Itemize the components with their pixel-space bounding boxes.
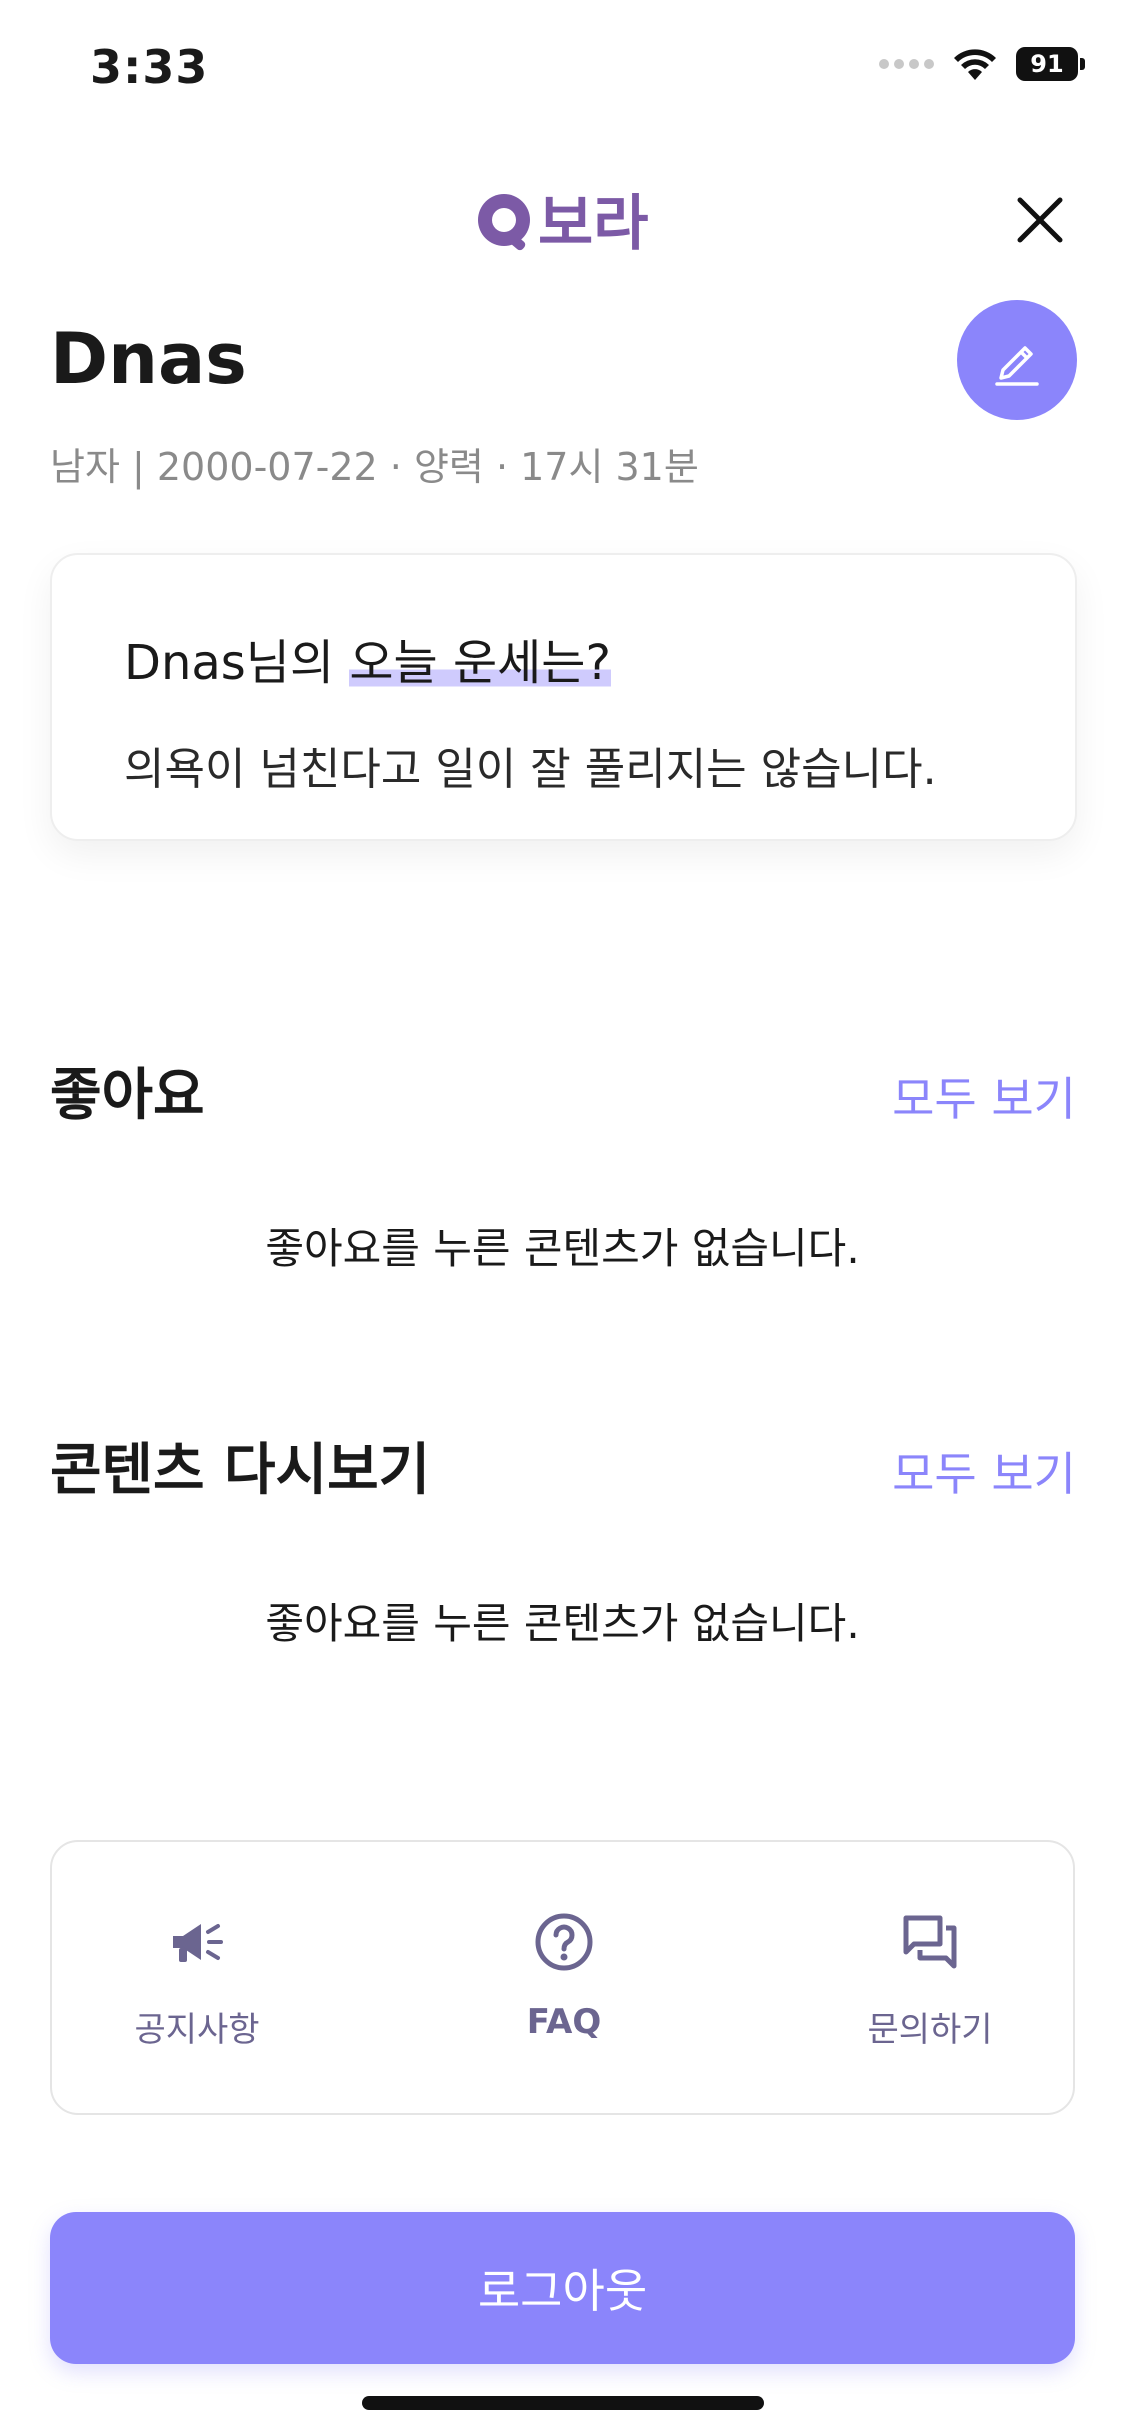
user-name: Dnas: [50, 318, 247, 400]
fortune-text: 의욕이 넘친다고 일이 잘 풀리지는 않습니다.: [124, 744, 937, 795]
pencil-icon: [995, 346, 1039, 386]
likes-section-title: 좋아요: [50, 1063, 205, 1128]
menu-label-notice: 공지사항: [134, 2010, 260, 2050]
fortune-title: Dnas님의 오늘 운세는?: [124, 623, 611, 693]
wifi-icon: [954, 49, 996, 80]
fortune-title-highlight: 오늘 운세는?: [349, 635, 611, 691]
menu-item-faq[interactable]: FAQ: [439, 1842, 689, 2117]
battery-icon: 91: [1016, 47, 1085, 81]
support-menu-card: 공지사항 FAQ 문의하기: [50, 1840, 1075, 2115]
megaphone-icon: [173, 1924, 223, 1962]
close-icon: [1017, 197, 1063, 243]
cellular-signal-icon: [879, 59, 934, 69]
replay-section-title: 콘텐츠 다시보기: [50, 1438, 431, 1503]
status-time: 3:33: [90, 40, 209, 94]
screen: 3:33 91 보라 Dnas 남자 | 2000-07-22 · 양력 · 1…: [0, 0, 1125, 2436]
menu-label-faq: FAQ: [526, 2002, 602, 2042]
menu-item-inquiry[interactable]: 문의하기: [805, 1842, 1055, 2117]
menu-label-inquiry: 문의하기: [867, 2010, 993, 2050]
brand-logo: 보라: [470, 180, 655, 264]
menu-item-notice[interactable]: 공지사항: [72, 1842, 322, 2117]
replay-empty-message: 좋아요를 누른 콘텐츠가 없습니다.: [265, 1599, 860, 1648]
question-circle-icon: [535, 1913, 593, 1971]
chat-bubbles-icon: [903, 1915, 957, 1969]
battery-level: 91: [1016, 47, 1078, 81]
user-birth-info: 남자 | 2000-07-22 · 양력 · 17시 31분: [50, 445, 699, 489]
edit-profile-button[interactable]: [957, 300, 1077, 420]
replay-see-all-link[interactable]: 모두 보기: [892, 1438, 1076, 1504]
today-fortune-card[interactable]: Dnas님의 오늘 운세는? 의욕이 넘친다고 일이 잘 풀리지는 않습니다.: [50, 553, 1077, 841]
logout-button[interactable]: 로그아웃: [50, 2212, 1075, 2364]
home-indicator: [362, 2396, 764, 2410]
close-button[interactable]: [1010, 190, 1070, 250]
likes-empty-message: 좋아요를 누른 콘텐츠가 없습니다.: [265, 1224, 860, 1273]
likes-see-all-link[interactable]: 모두 보기: [892, 1063, 1076, 1129]
status-icons: 91: [879, 46, 1085, 82]
fortune-title-prefix: Dnas님의: [124, 635, 350, 691]
logo-text: 보라: [538, 189, 648, 259]
